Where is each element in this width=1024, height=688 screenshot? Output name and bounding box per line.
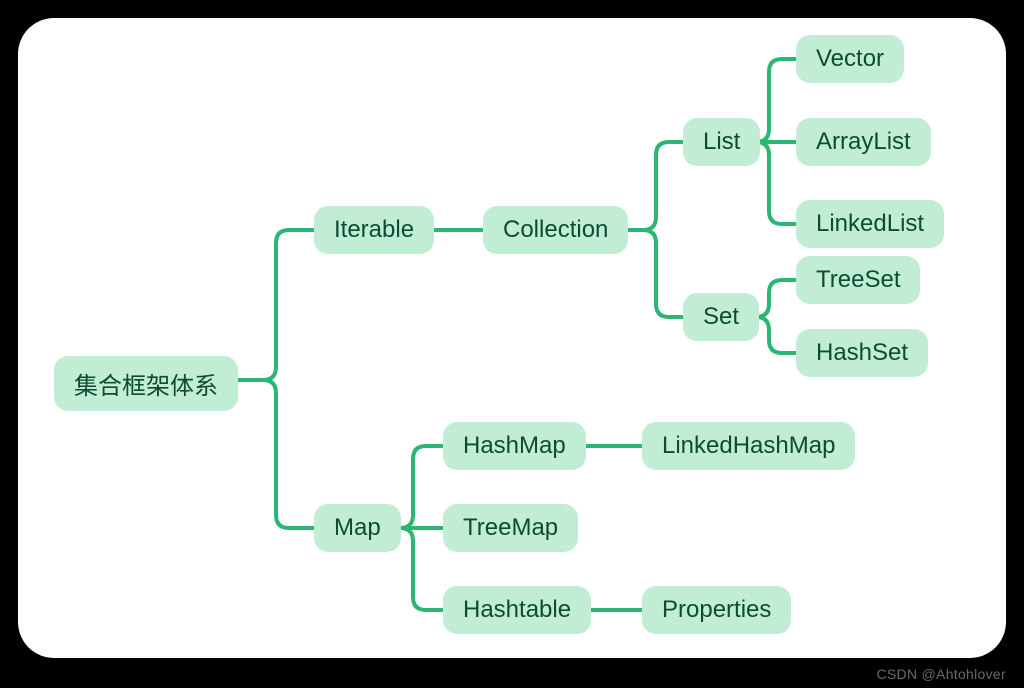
diagram-canvas: 集合框架体系 Iterable Collection List Set Vect…: [18, 18, 1006, 658]
node-linkedlist: LinkedList: [796, 200, 944, 248]
node-iterable: Iterable: [314, 206, 434, 254]
node-treemap: TreeMap: [443, 504, 578, 552]
node-properties: Properties: [642, 586, 791, 634]
node-hashmap: HashMap: [443, 422, 586, 470]
node-arraylist: ArrayList: [796, 118, 931, 166]
node-hashset: HashSet: [796, 329, 928, 377]
node-root: 集合框架体系: [54, 356, 238, 411]
node-treeset: TreeSet: [796, 256, 920, 304]
node-set: Set: [683, 293, 759, 341]
node-hashtable: Hashtable: [443, 586, 591, 634]
node-linkedhashmap: LinkedHashMap: [642, 422, 855, 470]
node-list: List: [683, 118, 760, 166]
node-collection: Collection: [483, 206, 628, 254]
watermark-text: CSDN @Ahtohlover: [876, 666, 1006, 682]
node-map: Map: [314, 504, 401, 552]
node-vector: Vector: [796, 35, 904, 83]
